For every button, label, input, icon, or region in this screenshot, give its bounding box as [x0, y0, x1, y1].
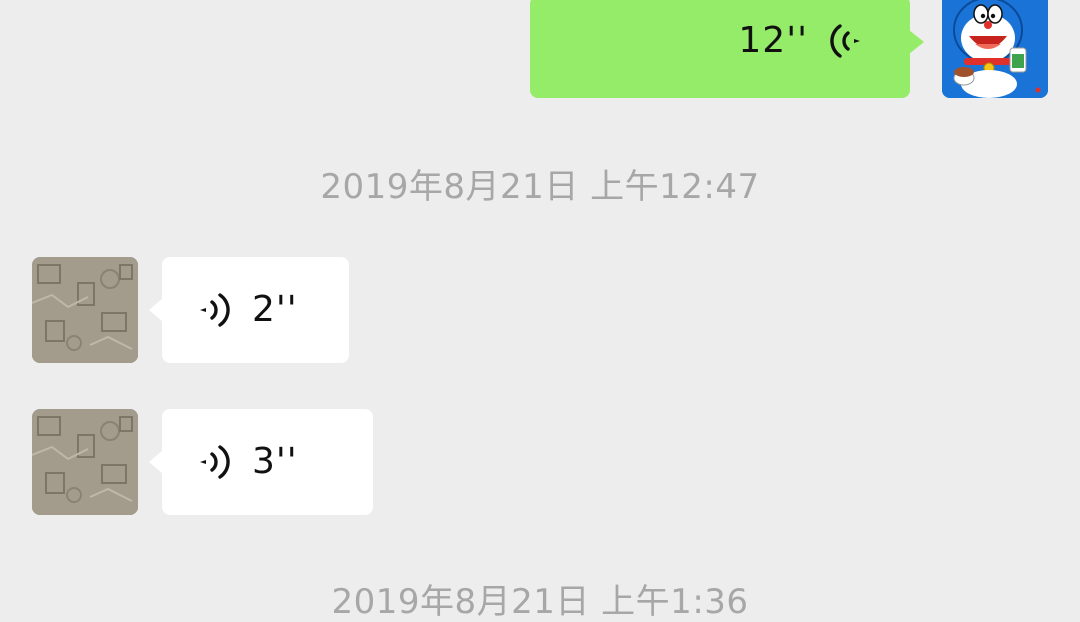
received-voice-message-bubble[interactable]: 3'' [149, 409, 373, 515]
voice-wave-icon [200, 445, 230, 479]
message-timestamp: 2019年8月21日 上午12:47 [320, 167, 760, 207]
sent-voice-message-bubble[interactable]: 12'' [530, 0, 924, 98]
voice-duration: 12'' [738, 20, 808, 61]
received-voice-message-bubble[interactable]: 2'' [149, 257, 349, 363]
photo-avatar [32, 409, 138, 515]
user-avatar[interactable] [942, 0, 1048, 98]
voice-duration: 2'' [252, 289, 298, 330]
voice-wave-icon [200, 293, 230, 327]
voice-duration: 3'' [252, 441, 298, 482]
voice-wave-icon [830, 24, 860, 58]
photo-avatar [32, 257, 138, 363]
contact-avatar[interactable] [32, 409, 138, 515]
chat-area[interactable]: 12'' 2019年8月21日 上午12:47 2'' 3'' 2019年8月2… [0, 0, 1080, 622]
doraemon-avatar [942, 0, 1048, 98]
contact-avatar[interactable] [32, 257, 138, 363]
message-timestamp: 2019年8月21日 上午1:36 [331, 582, 749, 622]
